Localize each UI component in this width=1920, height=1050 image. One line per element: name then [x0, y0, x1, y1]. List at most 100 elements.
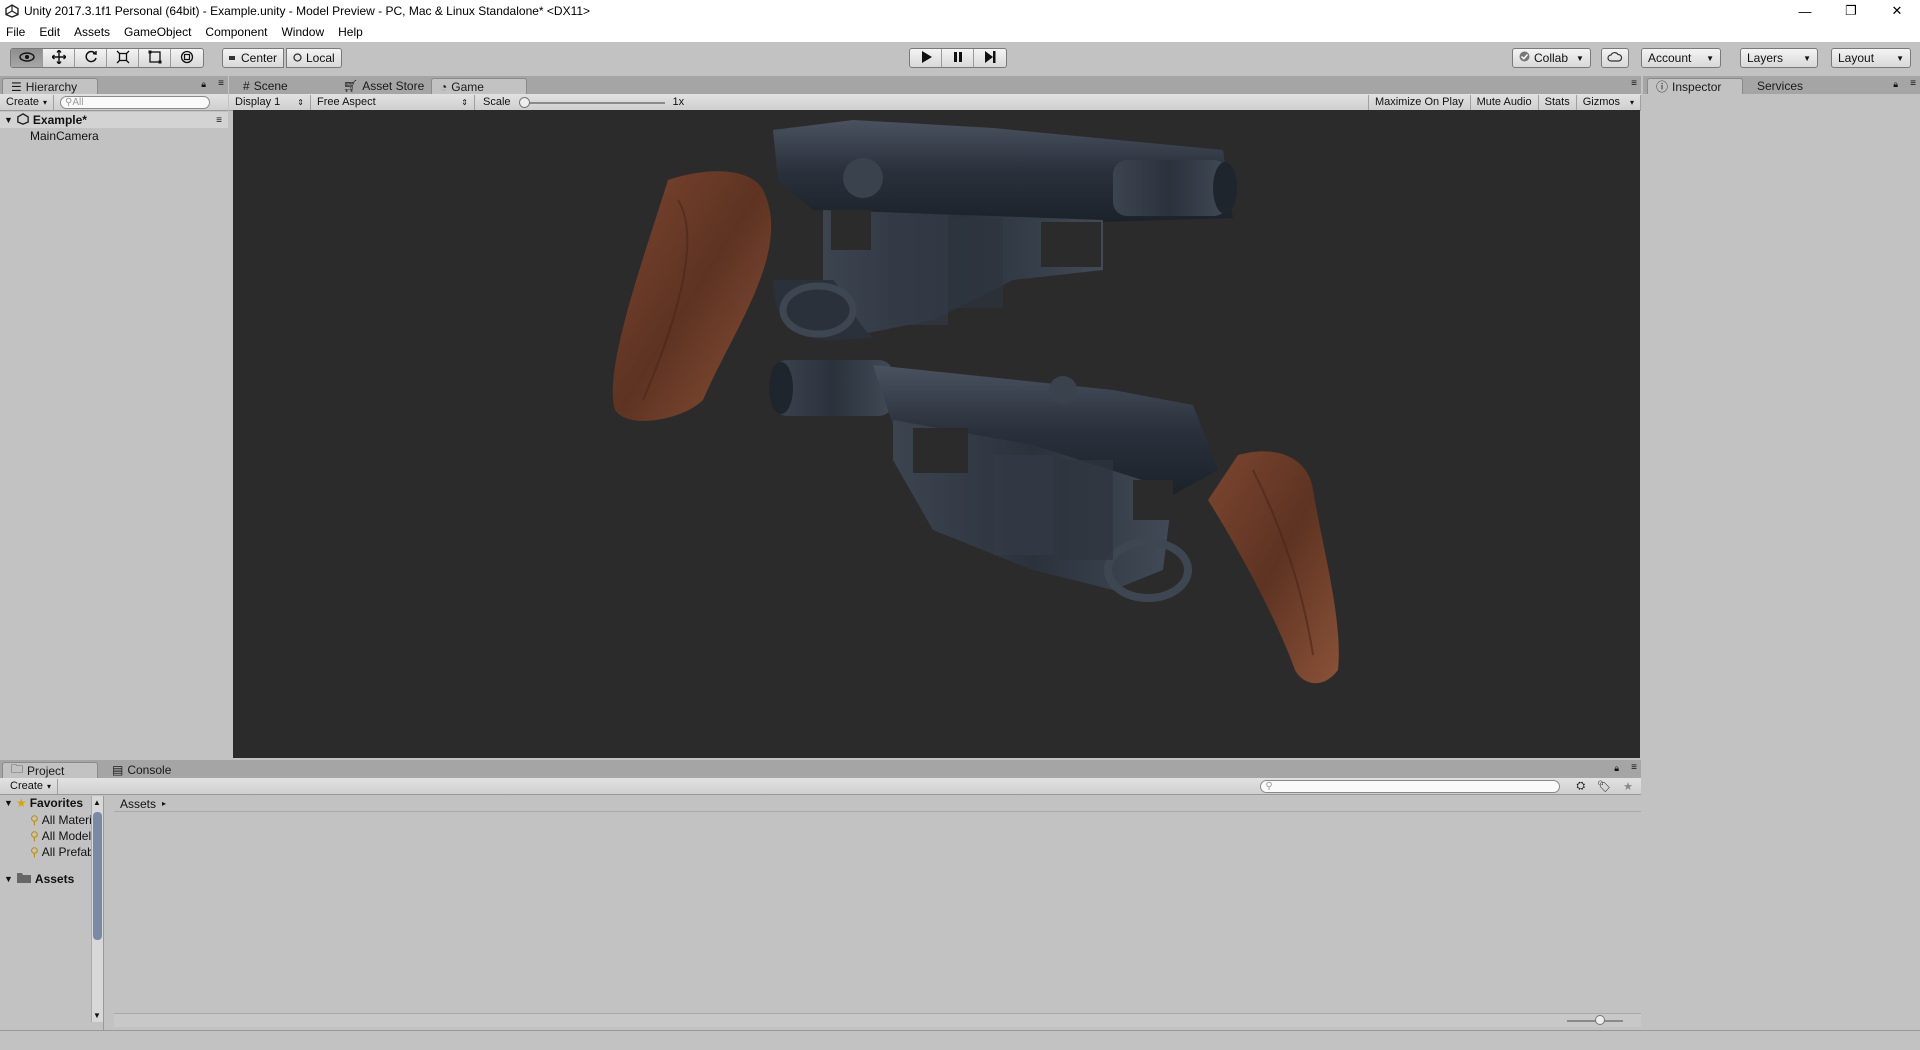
tab-services[interactable]: Services: [1749, 78, 1811, 94]
tab-scene[interactable]: # Scene: [235, 78, 296, 94]
game-viewport[interactable]: [233, 110, 1640, 758]
layout-label: Layout: [1838, 51, 1875, 65]
favorite-star-icon[interactable]: ★: [1623, 780, 1633, 793]
filter-by-label-icon[interactable]: 🏷︎: [1597, 780, 1611, 793]
cloud-button[interactable]: [1601, 48, 1629, 68]
close-button[interactable]: ✕: [1874, 0, 1920, 22]
pivot-local-button[interactable]: Local: [286, 48, 342, 68]
panel-menu-icon[interactable]: ≡: [1631, 762, 1637, 773]
scale-slider-thumb[interactable]: [518, 96, 530, 108]
expand-triangle-icon[interactable]: ▼: [4, 874, 13, 884]
breadcrumb-assets[interactable]: Assets: [120, 797, 156, 811]
hierarchy-create-button[interactable]: Create ▾: [0, 94, 55, 110]
center-tabstrip: # Scene 🛒︎ Asset Store ◔ Game ≡: [229, 76, 1641, 94]
pivot-center-button[interactable]: Center: [222, 48, 285, 68]
scale-slider[interactable]: [518, 96, 665, 109]
expand-triangle-icon[interactable]: ▼: [4, 115, 13, 125]
rotate-tool-button[interactable]: [75, 49, 107, 67]
account-label: Account: [1648, 51, 1692, 65]
local-icon: [293, 51, 302, 65]
transform-tool-button[interactable]: [171, 49, 203, 67]
scroll-down-icon[interactable]: ▼: [93, 1011, 101, 1020]
favorite-item[interactable]: ⚲ All Prefab: [30, 845, 94, 859]
project-folder-tree: ▼ ★ Favorites ⚲ All Materi ⚲ All Model ⚲ Al…: [0, 796, 104, 1030]
lock-icon[interactable]: 🔒︎: [201, 79, 206, 90]
project-footer: [114, 1013, 1641, 1027]
menu-component[interactable]: Component: [205, 25, 267, 39]
menu-file[interactable]: File: [6, 25, 25, 39]
toggle-mute-audio[interactable]: Mute Audio: [1471, 94, 1539, 110]
scrollbar-thumb[interactable]: [93, 812, 102, 940]
collab-button[interactable]: Collab ▼: [1512, 48, 1591, 68]
expand-triangle-icon[interactable]: ▼: [4, 798, 13, 808]
tab-asset-store-label: Asset Store: [362, 79, 425, 93]
assets-label: Assets: [34, 872, 75, 886]
search-icon: ⚲: [30, 813, 39, 827]
panel-menu-icon[interactable]: ≡: [1910, 78, 1916, 89]
view-tool-button[interactable]: [11, 49, 43, 67]
filter-by-type-icon[interactable]: ⛭: [1576, 780, 1585, 793]
toggle-maximize-on-play[interactable]: Maximize On Play: [1367, 94, 1471, 110]
minimize-button[interactable]: —: [1782, 0, 1828, 22]
grid-icon: #: [243, 79, 250, 93]
tab-console[interactable]: ▤ Console: [104, 762, 179, 778]
tab-project[interactable]: 🗀︎ Project: [2, 762, 98, 778]
rect-tool-button[interactable]: [139, 49, 171, 67]
menu-gameobject[interactable]: GameObject: [124, 25, 191, 39]
move-arrows-icon: [51, 49, 66, 67]
playback-controls: [909, 48, 1007, 68]
menu-edit[interactable]: Edit: [39, 25, 60, 39]
pause-button[interactable]: [942, 49, 974, 67]
favorite-item[interactable]: ⚲ All Materi: [30, 813, 92, 827]
search-icon: ⚲: [30, 829, 39, 843]
play-icon: [920, 50, 932, 66]
toggle-stats[interactable]: Stats: [1539, 94, 1577, 110]
tab-inspector[interactable]: ⓘ Inspector: [1647, 78, 1743, 94]
project-search-input[interactable]: ⚲: [1260, 779, 1561, 793]
play-button[interactable]: [910, 49, 942, 67]
layers-dropdown[interactable]: Layers ▼: [1740, 48, 1818, 68]
gizmos-dropdown[interactable]: Gizmos ▾: [1577, 94, 1641, 110]
tab-hierarchy[interactable]: ☰ Hierarchy: [2, 78, 98, 94]
panel-menu-icon[interactable]: ≡: [1631, 78, 1637, 89]
tab-console-label: Console: [127, 763, 172, 777]
scale-tool-button[interactable]: [107, 49, 139, 67]
menu-help[interactable]: Help: [338, 25, 363, 39]
favorite-label: All Materi: [41, 813, 92, 827]
panel-menu-icon[interactable]: ≡: [218, 78, 224, 89]
hierarchy-panel: ☰ Hierarchy 🔒︎ ≡ Create ▾ ⚲ All ▼ Exampl…: [0, 76, 228, 759]
scroll-up-icon[interactable]: ▲: [93, 798, 101, 807]
pivot-center-label: Center: [241, 51, 278, 65]
menu-assets[interactable]: Assets: [74, 25, 110, 39]
aspect-dropdown[interactable]: Free Aspect ⇕: [311, 94, 475, 110]
rect-icon: [148, 50, 162, 67]
project-create-button[interactable]: Create ▾: [4, 778, 59, 794]
scene-row[interactable]: ▼ Example* ≡: [0, 112, 228, 128]
folder-tree-scrollbar[interactable]: ▲ ▼: [91, 796, 103, 1022]
scene-name: Example*: [32, 113, 87, 127]
restore-button[interactable]: ❐: [1828, 0, 1874, 22]
search-icon: ⚲: [65, 96, 73, 108]
scene-menu-icon[interactable]: ≡: [216, 115, 222, 126]
favorites-row[interactable]: ▼ ★ Favorites: [4, 796, 83, 810]
step-button[interactable]: [974, 49, 1006, 67]
tab-game[interactable]: ◔ Game: [431, 78, 527, 94]
console-icon: ▤: [112, 763, 124, 777]
icon-size-slider-thumb[interactable]: [1595, 1015, 1605, 1025]
hierarchy-item[interactable]: MainCamera: [30, 129, 99, 143]
lock-icon[interactable]: 🔒︎: [1893, 79, 1898, 90]
favorite-label: All Prefab: [41, 845, 94, 859]
favorite-item[interactable]: ⚲ All Model: [30, 829, 91, 843]
menu-window[interactable]: Window: [281, 25, 324, 39]
step-icon: [984, 50, 996, 66]
caret-down-icon: ▾: [43, 97, 48, 107]
hierarchy-search-input[interactable]: ⚲ All: [60, 95, 211, 109]
tab-asset-store[interactable]: 🛒︎ Asset Store: [335, 78, 432, 94]
assets-folder-row[interactable]: ▼ Assets: [4, 872, 74, 886]
lock-icon[interactable]: 🔒︎: [1614, 763, 1619, 774]
display-dropdown[interactable]: Display 1 ⇕: [229, 94, 311, 110]
search-icon: ⚲: [30, 845, 39, 859]
move-tool-button[interactable]: [43, 49, 75, 67]
layout-dropdown[interactable]: Layout ▼: [1831, 48, 1911, 68]
account-dropdown[interactable]: Account ▼: [1641, 48, 1721, 68]
